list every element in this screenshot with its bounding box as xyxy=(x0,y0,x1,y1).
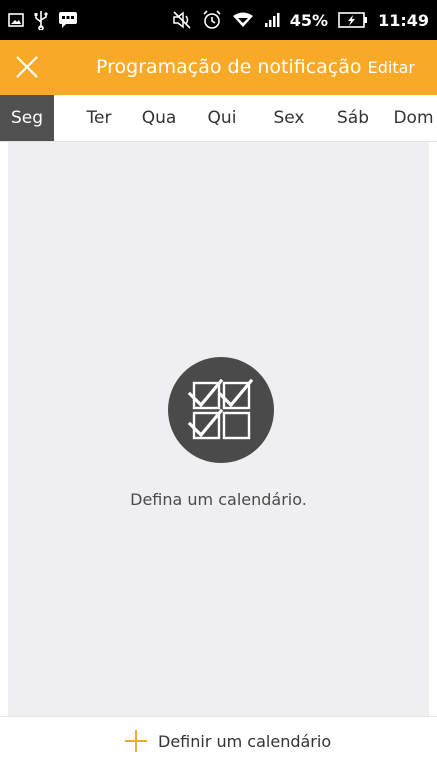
image-icon xyxy=(8,12,24,28)
tab-sex[interactable]: Sex xyxy=(266,95,312,141)
alarm-icon xyxy=(202,10,222,30)
screen: 45% 11:49 Programação de notificação Edi… xyxy=(0,0,437,763)
mute-icon xyxy=(172,11,192,29)
signal-icon xyxy=(264,12,280,28)
usb-icon xyxy=(34,10,48,30)
bottom-bar: Definir um calendário xyxy=(0,716,437,763)
day-tabs: Seg Ter Qua Qui Sex Sáb Dom xyxy=(0,95,437,142)
tab-seg[interactable]: Seg xyxy=(0,95,54,141)
edit-button[interactable]: Editar xyxy=(368,40,415,95)
tab-dom[interactable]: Dom xyxy=(390,95,437,141)
battery-charging-icon xyxy=(338,12,368,28)
tab-sab[interactable]: Sáb xyxy=(330,95,376,141)
plus-icon xyxy=(125,730,147,752)
checklist-grid-icon xyxy=(168,357,274,463)
status-left-icons xyxy=(8,0,78,40)
page-title: Programação de notificação xyxy=(96,56,362,78)
tab-ter[interactable]: Ter xyxy=(76,95,122,141)
define-calendar-label: Definir um calendário xyxy=(158,731,332,751)
clock: 11:49 xyxy=(378,10,429,30)
wifi-icon xyxy=(232,12,254,28)
app-bar: Programação de notificação Editar xyxy=(0,40,437,95)
tab-qua[interactable]: Qua xyxy=(134,95,184,141)
tab-qui[interactable]: Qui xyxy=(200,95,244,141)
schedule-content: Defina um calendário. xyxy=(8,142,429,716)
empty-state-message: Defina um calendário. xyxy=(130,490,307,509)
status-right-icons: 45% 11:49 xyxy=(172,0,429,40)
close-button[interactable] xyxy=(14,54,40,80)
message-icon xyxy=(58,11,78,29)
define-calendar-button[interactable]: Definir um calendário xyxy=(124,727,331,755)
close-icon xyxy=(16,56,38,78)
status-bar: 45% 11:49 xyxy=(0,0,437,40)
battery-percent: 45% xyxy=(289,10,329,30)
